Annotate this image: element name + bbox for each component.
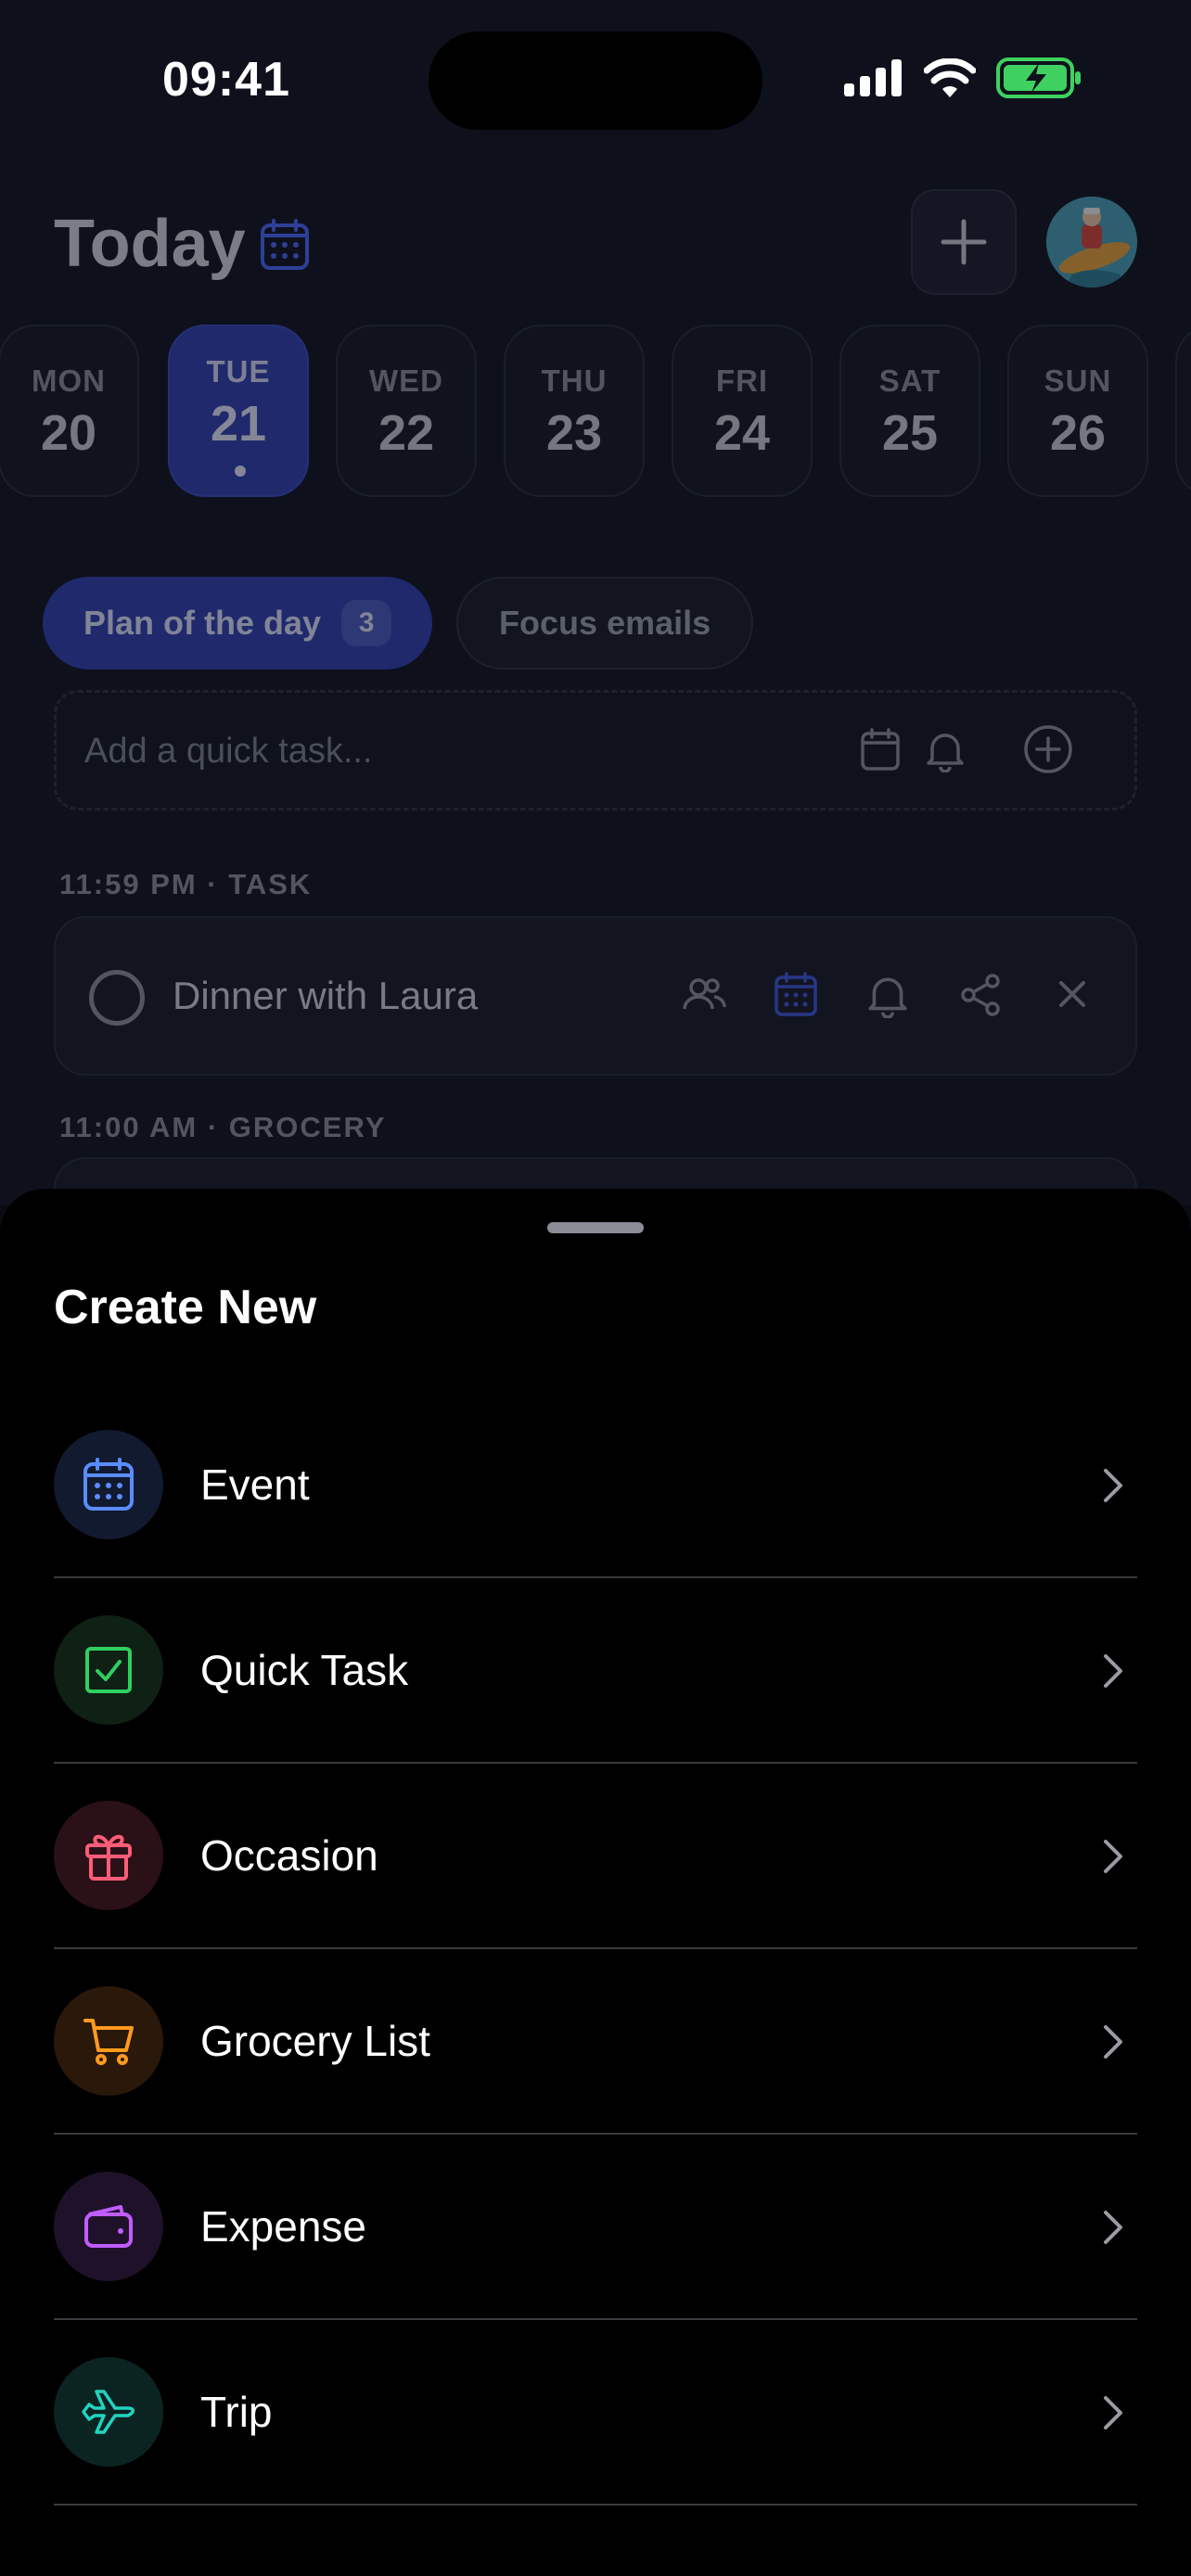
day-name: SAT: [878, 363, 941, 398]
wifi-icon: [924, 58, 976, 97]
avatar[interactable]: [1046, 197, 1137, 287]
create-new-sheet: Create New Event Quick Task Occasion Gro…: [0, 1189, 1191, 2576]
chevron-right-icon: [1104, 2396, 1122, 2429]
airplane-icon: [54, 2357, 163, 2467]
day-name: WED: [369, 363, 443, 398]
tab-focus-emails[interactable]: Focus emails: [456, 577, 754, 670]
create-menu: Event Quick Task Occasion Grocery List E…: [54, 1393, 1137, 2506]
status-icons: [844, 57, 1082, 98]
week-day-selector: MON 20 TUE 21 WED 22 THU 23 FRI 24 SAT 2…: [0, 325, 1191, 497]
day-sat[interactable]: SAT 25: [839, 325, 980, 497]
task-complete-checkbox[interactable]: [89, 970, 145, 1026]
section-label: 11:59 PM · TASK: [59, 868, 313, 900]
task-title: Dinner with Laura: [173, 974, 479, 1017]
cart-icon: [54, 1986, 163, 2096]
tab-plan-of-the-day[interactable]: Plan of the day 3: [43, 577, 433, 670]
quick-add-bar: [54, 690, 1137, 810]
day-name: FRI: [715, 363, 769, 398]
day-thu[interactable]: THU 23: [504, 325, 645, 497]
chevron-right-icon: [1104, 2025, 1122, 2059]
people-icon[interactable]: [681, 972, 727, 1018]
chevron-right-icon: [1104, 1654, 1122, 1688]
create-trip-item[interactable]: Trip: [54, 2320, 1137, 2506]
menu-item-label: Occasion: [200, 1831, 378, 1880]
task-card[interactable]: Dinner with Laura: [54, 916, 1137, 1076]
view-tabs: Plan of the day 3 Focus emails: [43, 577, 754, 670]
day-sun[interactable]: SUN 26: [1007, 325, 1148, 497]
day-number: 24: [713, 405, 771, 461]
day-number: 23: [545, 405, 603, 461]
chevron-right-icon: [1104, 2211, 1122, 2244]
day-next-partial[interactable]: [1175, 325, 1191, 497]
create-event-item[interactable]: Event: [54, 1393, 1137, 1578]
gift-icon: [54, 1801, 163, 1910]
wallet-icon: [54, 2172, 163, 2281]
calendar-icon[interactable]: [774, 972, 818, 1018]
count-badge: 3: [341, 600, 392, 646]
day-number: 21: [210, 396, 267, 452]
chevron-right-icon: [1104, 1840, 1122, 1873]
menu-item-label: Expense: [200, 2202, 367, 2251]
status-bar: 09:41: [0, 0, 1191, 158]
screen: 09:41 Today MON 20 TUE 21 WED 22 THU 23 …: [0, 0, 1191, 2576]
section-label: 11:00 AM · GROCERY: [59, 1111, 387, 1143]
day-number: 20: [40, 405, 97, 461]
day-name: SUN: [1044, 363, 1112, 398]
menu-item-label: Grocery List: [200, 2017, 430, 2065]
bell-icon[interactable]: [866, 972, 909, 1018]
signal-icon: [844, 59, 902, 96]
bell-icon[interactable]: [925, 728, 966, 772]
day-number: 26: [1049, 405, 1107, 461]
avatar-surfer-icon: [1046, 197, 1137, 287]
tab-label: Plan of the day: [83, 604, 322, 642]
day-name: THU: [541, 363, 608, 398]
sheet-grabber[interactable]: [547, 1222, 644, 1233]
today-screen: 09:41 Today MON 20 TUE 21 WED 22 THU 23 …: [0, 0, 1191, 1269]
day-number: 22: [378, 405, 435, 461]
create-quick-task-item[interactable]: Quick Task: [54, 1578, 1137, 1764]
menu-item-label: Event: [200, 1460, 310, 1509]
header: Today: [0, 185, 1191, 306]
battery-icon: [996, 57, 1081, 98]
calendar-icon[interactable]: [260, 219, 310, 271]
quick-task-input[interactable]: [84, 719, 826, 784]
share-icon[interactable]: [959, 972, 1002, 1018]
calendar-icon[interactable]: [860, 728, 901, 772]
create-occasion-item[interactable]: Occasion: [54, 1764, 1137, 1949]
sheet-title: Create New: [54, 1281, 317, 1334]
day-tue[interactable]: TUE 21: [168, 325, 309, 497]
plus-icon: [941, 219, 987, 265]
add-button[interactable]: [911, 189, 1017, 295]
checkbox-icon: [54, 1615, 163, 1725]
dynamic-island: [429, 32, 762, 130]
day-wed[interactable]: WED 22: [336, 325, 477, 497]
day-name: TUE: [206, 354, 271, 389]
page-title: Today: [54, 207, 246, 281]
menu-item-label: Quick Task: [200, 1646, 409, 1694]
tab-label: Focus emails: [499, 604, 711, 642]
day-fri[interactable]: FRI 24: [672, 325, 813, 497]
calendar-icon: [54, 1430, 163, 1539]
create-grocery-list-item[interactable]: Grocery List: [54, 1949, 1137, 2135]
add-circle-icon[interactable]: [1023, 724, 1073, 774]
day-number: 25: [881, 405, 939, 461]
close-icon[interactable]: [1056, 977, 1089, 1011]
create-expense-item[interactable]: Expense: [54, 2135, 1137, 2320]
menu-item-label: Trip: [200, 2388, 273, 2436]
status-time: 09:41: [162, 53, 290, 107]
chevron-right-icon: [1104, 1469, 1122, 1502]
day-mon[interactable]: MON 20: [0, 325, 139, 497]
event-dot: [235, 465, 246, 477]
day-name: MON: [32, 363, 106, 398]
